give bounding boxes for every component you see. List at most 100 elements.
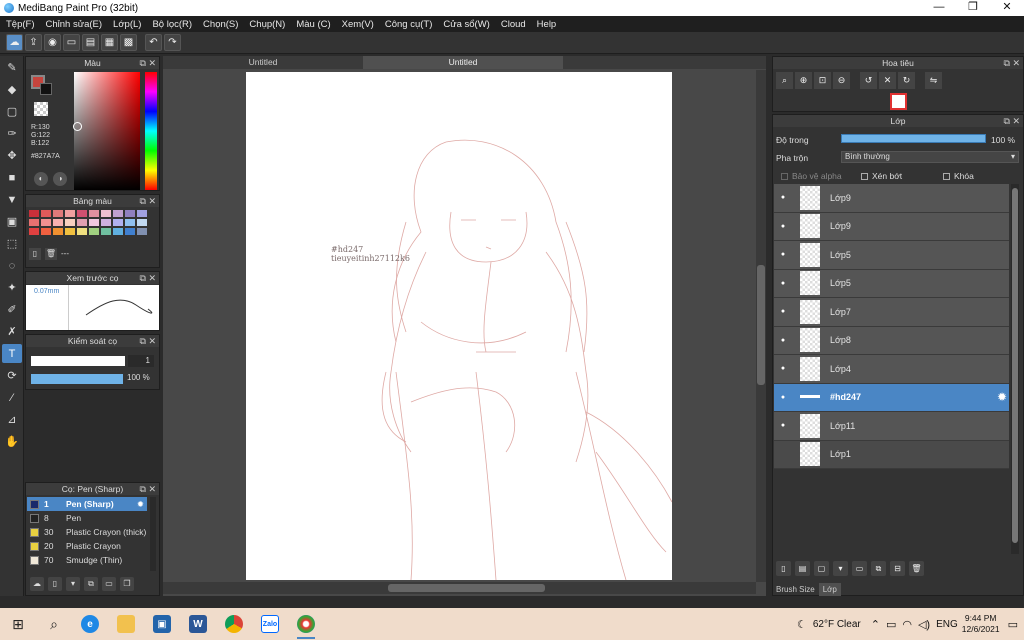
brush-item[interactable]: 70 Smudge (Thin) [27,553,147,567]
palette-swatch[interactable] [77,219,87,226]
menu-filter[interactable]: Bộ lọc(R) [152,19,192,30]
menu-select[interactable]: Chọn(S) [203,19,238,30]
edge-browser-icon[interactable]: e [72,608,108,640]
select-tool-icon[interactable]: ⬚ [2,234,22,253]
brush-size-value[interactable]: 1 [128,355,154,367]
delete-layer-icon[interactable]: 🗑 [909,561,924,576]
layer-row[interactable]: Lớp1 [774,440,1009,469]
brush-item[interactable]: 1 Pen (Sharp) ✹ [27,497,147,511]
rotate-right-icon[interactable]: ↻ [898,72,915,89]
gear-icon[interactable]: ✹ [137,499,144,510]
brush-menu-icon[interactable]: ▾ [66,577,80,591]
color-wheel-icon[interactable]: ◐ [34,172,48,186]
menu-tools[interactable]: Công cụ(T) [385,19,433,30]
word-icon[interactable]: W [180,608,216,640]
zoom-out-icon[interactable]: ⊖ [833,72,850,89]
menu-layer[interactable]: Lớp(L) [113,19,141,30]
select-pen-tool-icon[interactable]: ✐ [2,300,22,319]
palette-swatch[interactable] [65,210,75,217]
panel-close-icon[interactable]: ⧉ ✕ [140,483,156,495]
brush-item[interactable]: 30 Plastic Crayon (thick) [27,525,147,539]
layer-row[interactable]: ● Lớp4 [774,355,1009,384]
layer-row[interactable]: ● Lớp7 [774,298,1009,327]
copy-brush-icon[interactable]: ⧉ [84,577,98,591]
brush-size-slider[interactable] [31,356,125,366]
palette-swatch[interactable] [113,210,123,217]
brush-list-scrollbar[interactable] [150,497,156,571]
eyedropper-tool-icon[interactable]: ⊿ [2,410,22,429]
background-color-swatch[interactable] [40,83,52,95]
transparent-color-swatch[interactable] [34,102,48,116]
new-layer-icon[interactable]: ▯ [776,561,791,576]
palette-swatch[interactable] [29,228,39,235]
color-picker-cursor[interactable] [73,122,82,131]
layer-opacity-slider[interactable] [841,134,986,143]
blend-mode-select[interactable]: Bình thường ▾ [841,151,1019,163]
tab-brush-size[interactable]: Brush Size [772,583,819,596]
menu-cloud[interactable]: Cloud [501,19,526,30]
gear-icon[interactable]: ✹ [997,390,1007,404]
new-halftone-layer-icon[interactable]: ▤ [795,561,810,576]
palette-swatch[interactable] [89,210,99,217]
layer-row[interactable]: ● Lớp11 [774,412,1009,441]
new-palette-icon[interactable]: ▯ [29,248,41,260]
visibility-icon[interactable]: ● [774,251,792,258]
move-tool-icon[interactable]: ✥ [2,146,22,165]
chat-icon[interactable]: ◉ [44,34,61,51]
palette-swatch[interactable] [125,219,135,226]
horizontal-scroll-thumb[interactable] [388,584,545,592]
duplicate-brush-icon[interactable]: ❐ [120,577,134,591]
palette-swatch[interactable] [101,210,111,217]
page-icon[interactable]: ▤ [82,34,99,51]
wifi-icon[interactable]: ◠ [902,618,912,631]
file-explorer-icon[interactable] [108,608,144,640]
palette-swatch[interactable] [53,219,63,226]
reset-rotation-icon[interactable]: ✕ [879,72,896,89]
palette-swatch[interactable] [137,219,147,226]
menu-color[interactable]: Màu (C) [296,19,330,30]
menu-help[interactable]: Help [537,19,557,30]
fill-rect-tool-icon[interactable]: ■ [2,168,22,187]
menu-view[interactable]: Xem(V) [342,19,374,30]
store-icon[interactable]: ▣ [144,608,180,640]
layer-scroll-thumb[interactable] [1012,188,1018,543]
visibility-icon[interactable]: ● [774,280,792,287]
windows-start-icon[interactable]: ⊞ [0,608,36,640]
visibility-icon[interactable]: ● [774,223,792,230]
visibility-icon[interactable]: ● [774,308,792,315]
palette-swatch[interactable] [65,228,75,235]
canvas-horizontal-scrollbar[interactable] [163,582,756,594]
share-icon[interactable]: ⇪ [25,34,42,51]
eraser-tool-icon[interactable]: ◆ [2,80,22,99]
palette-swatch[interactable] [41,228,51,235]
chevron-up-icon[interactable]: ⌃ [871,618,880,631]
weather-text[interactable]: 62°F Clear [813,619,861,630]
network-icon[interactable]: ▭ [886,618,896,631]
navigator-thumbnail[interactable] [890,93,907,110]
palette-swatch[interactable] [29,210,39,217]
lasso-tool-icon[interactable]: ◌ [2,256,22,275]
palette-swatch[interactable] [125,228,135,235]
text-tool-icon[interactable]: T [2,344,22,363]
layer-row-selected[interactable]: ● #hd247 ✹ [774,383,1009,412]
visibility-icon[interactable]: ● [774,337,792,344]
palette-swatch[interactable] [77,228,87,235]
brush-opacity-slider[interactable] [31,374,123,384]
panel-close-icon[interactable]: ⧉ ✕ [1004,115,1020,127]
volume-icon[interactable]: ◁) [918,618,930,631]
zalo-icon[interactable]: Zalo [252,608,288,640]
layer-row[interactable]: ● Lớp9 [774,184,1009,213]
brush-tool-icon[interactable]: ✎ [2,58,22,77]
palette-swatch[interactable] [53,228,63,235]
clipping-checkbox[interactable]: Xén bớt [861,171,902,181]
tab-layer[interactable]: Lớp [818,583,841,596]
document-tab[interactable]: Untitled [163,56,363,69]
brush-item[interactable]: 8 Pen [27,511,147,525]
palette-swatch[interactable] [101,228,111,235]
new-8bit-layer-icon[interactable]: ▢ [814,561,829,576]
flip-icon[interactable]: ⇋ [925,72,942,89]
palette-swatch[interactable] [113,228,123,235]
palette-swatch[interactable] [53,210,63,217]
palette-swatch[interactable] [41,210,51,217]
minimize-button[interactable]: — [922,0,956,16]
